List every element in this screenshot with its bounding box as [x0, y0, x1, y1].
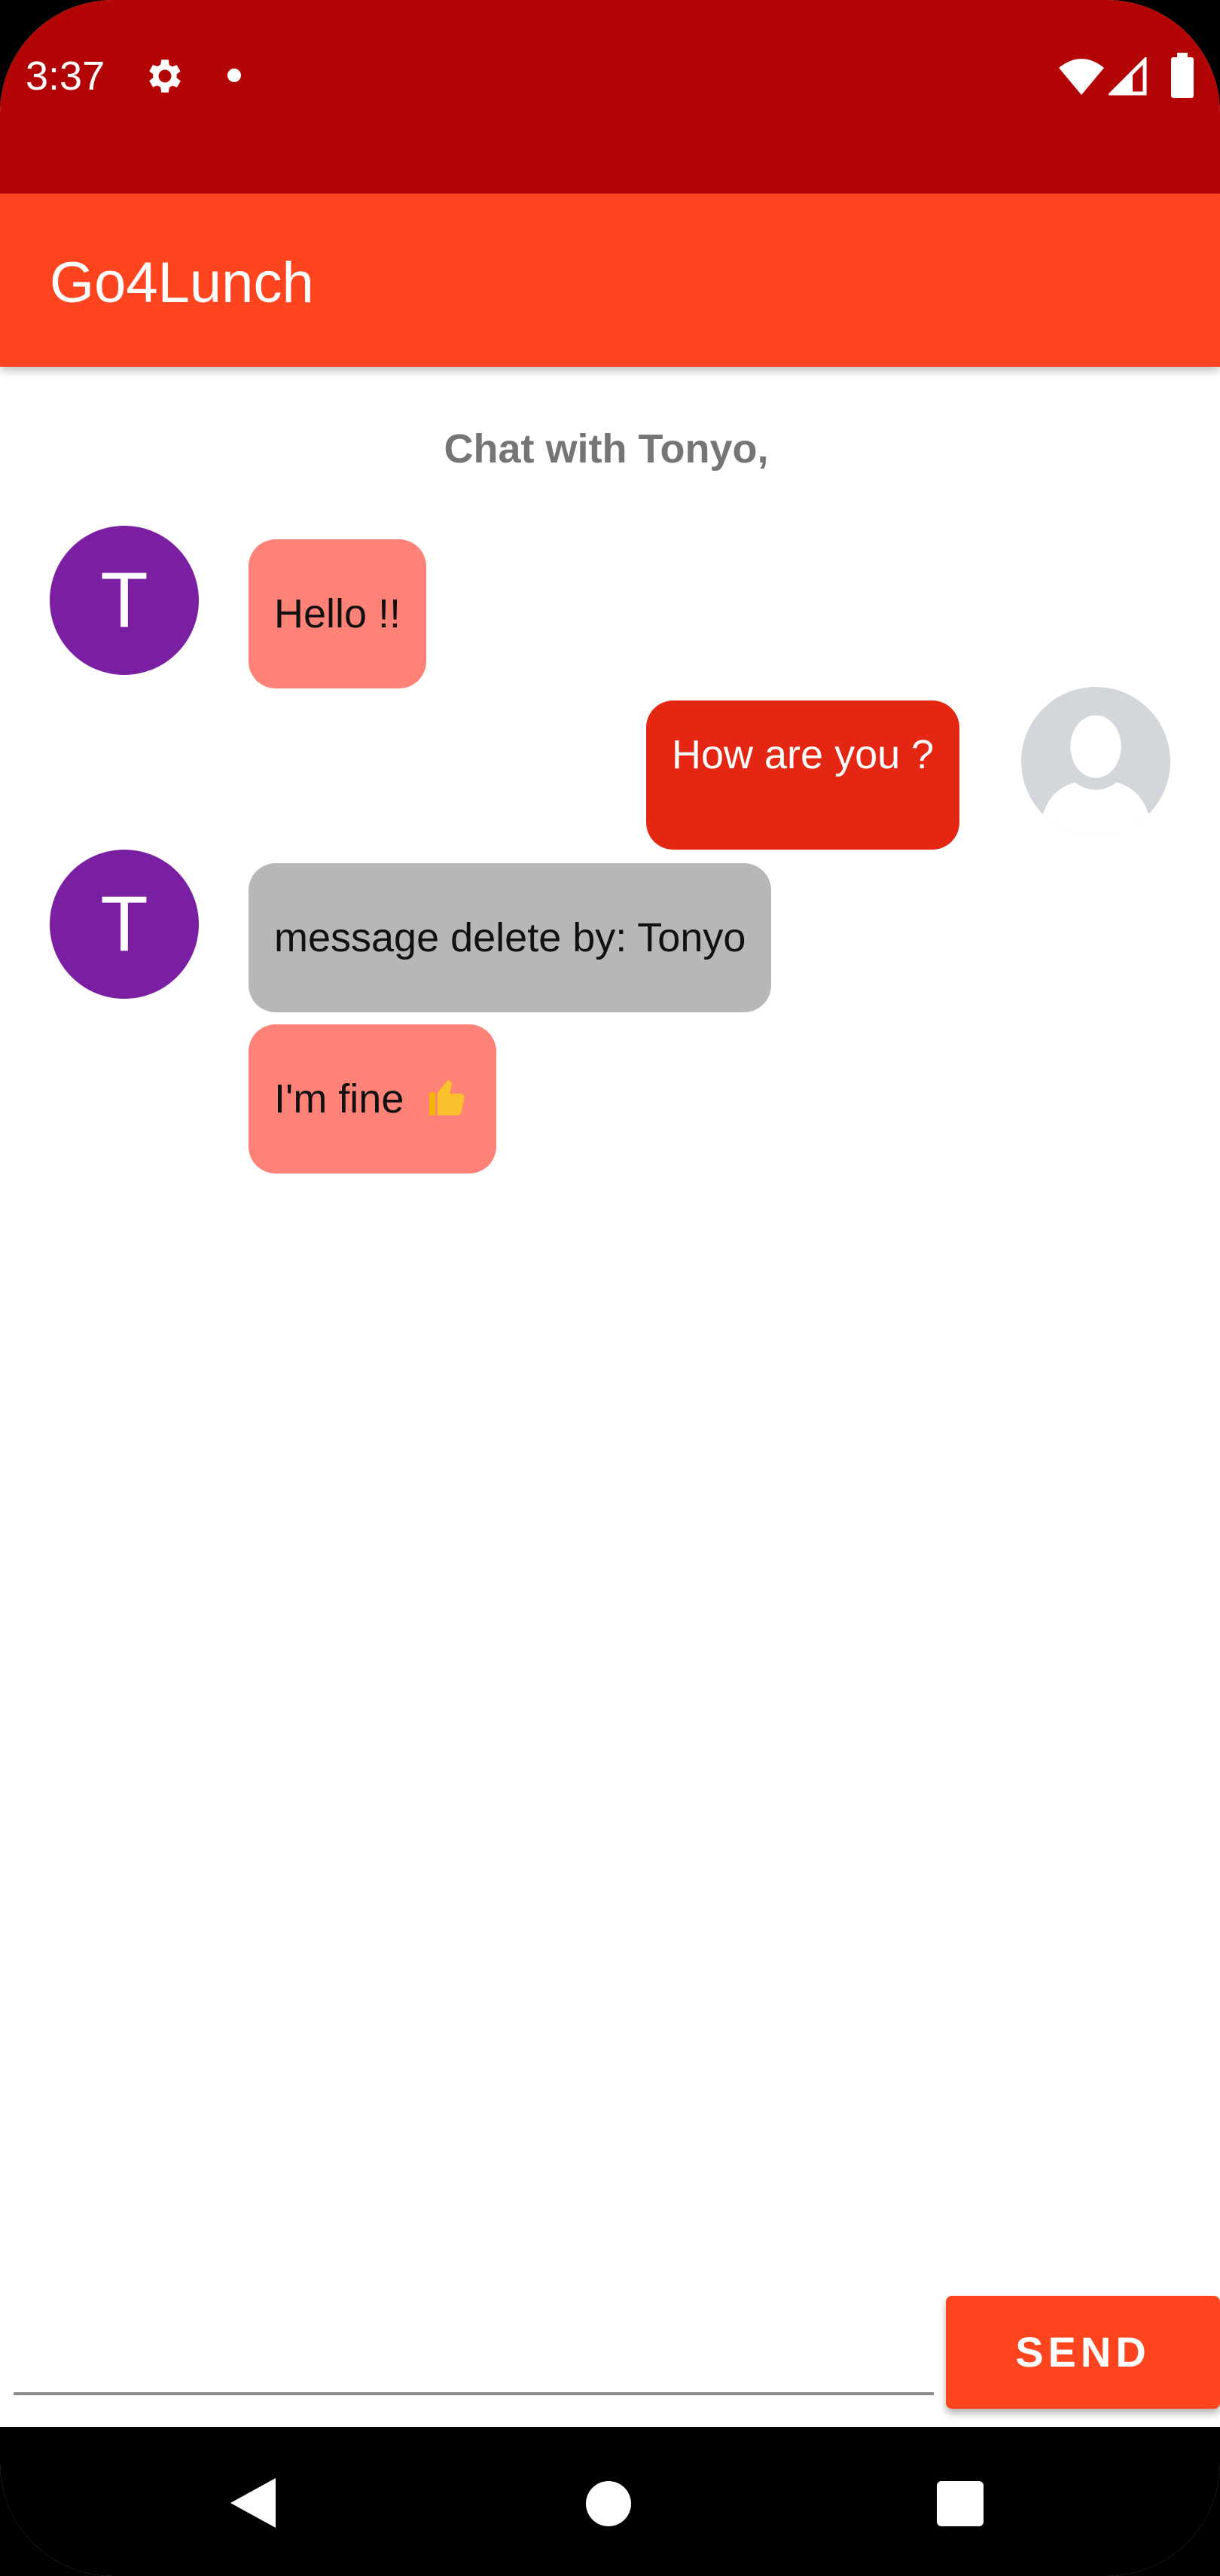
message-bubble-deleted[interactable]: message delete by: Tonyo	[249, 863, 772, 1012]
signal-icon	[1109, 57, 1147, 96]
chat-header: Chat with Tonyo,	[444, 426, 769, 472]
message-input[interactable]	[14, 2324, 934, 2395]
contact-avatar[interactable]: T	[50, 850, 199, 999]
app-bar: Go4Lunch	[0, 194, 1220, 367]
phone-screen: 3:37 Go4Lunch Chat with Tonyo, T Hello !…	[0, 0, 1220, 2576]
thumbs-up-icon	[429, 1080, 465, 1116]
home-icon[interactable]	[586, 2481, 631, 2526]
wifi-icon	[1059, 59, 1104, 95]
recents-icon[interactable]	[937, 2481, 984, 2526]
message-bubble-sent[interactable]: How are you ?	[646, 700, 960, 850]
gear-icon	[149, 60, 181, 93]
status-time: 3:37	[26, 53, 105, 99]
app-title: Go4Lunch	[50, 251, 314, 315]
status-bar: 3:37	[0, 0, 1220, 194]
user-avatar[interactable]	[1021, 687, 1170, 836]
notification-dot-icon	[227, 69, 241, 82]
contact-avatar[interactable]: T	[50, 526, 199, 675]
back-icon[interactable]	[230, 2478, 276, 2528]
battery-icon	[1171, 53, 1194, 98]
default-profile-icon	[1021, 687, 1170, 836]
message-bubble-received[interactable]: Hello !!	[249, 539, 427, 688]
message-text: I'm fine	[274, 1076, 404, 1122]
message-bubble-received[interactable]: I'm fine	[249, 1024, 497, 1174]
send-button[interactable]: SEND	[946, 2296, 1220, 2409]
navigation-bar	[0, 2427, 1220, 2576]
